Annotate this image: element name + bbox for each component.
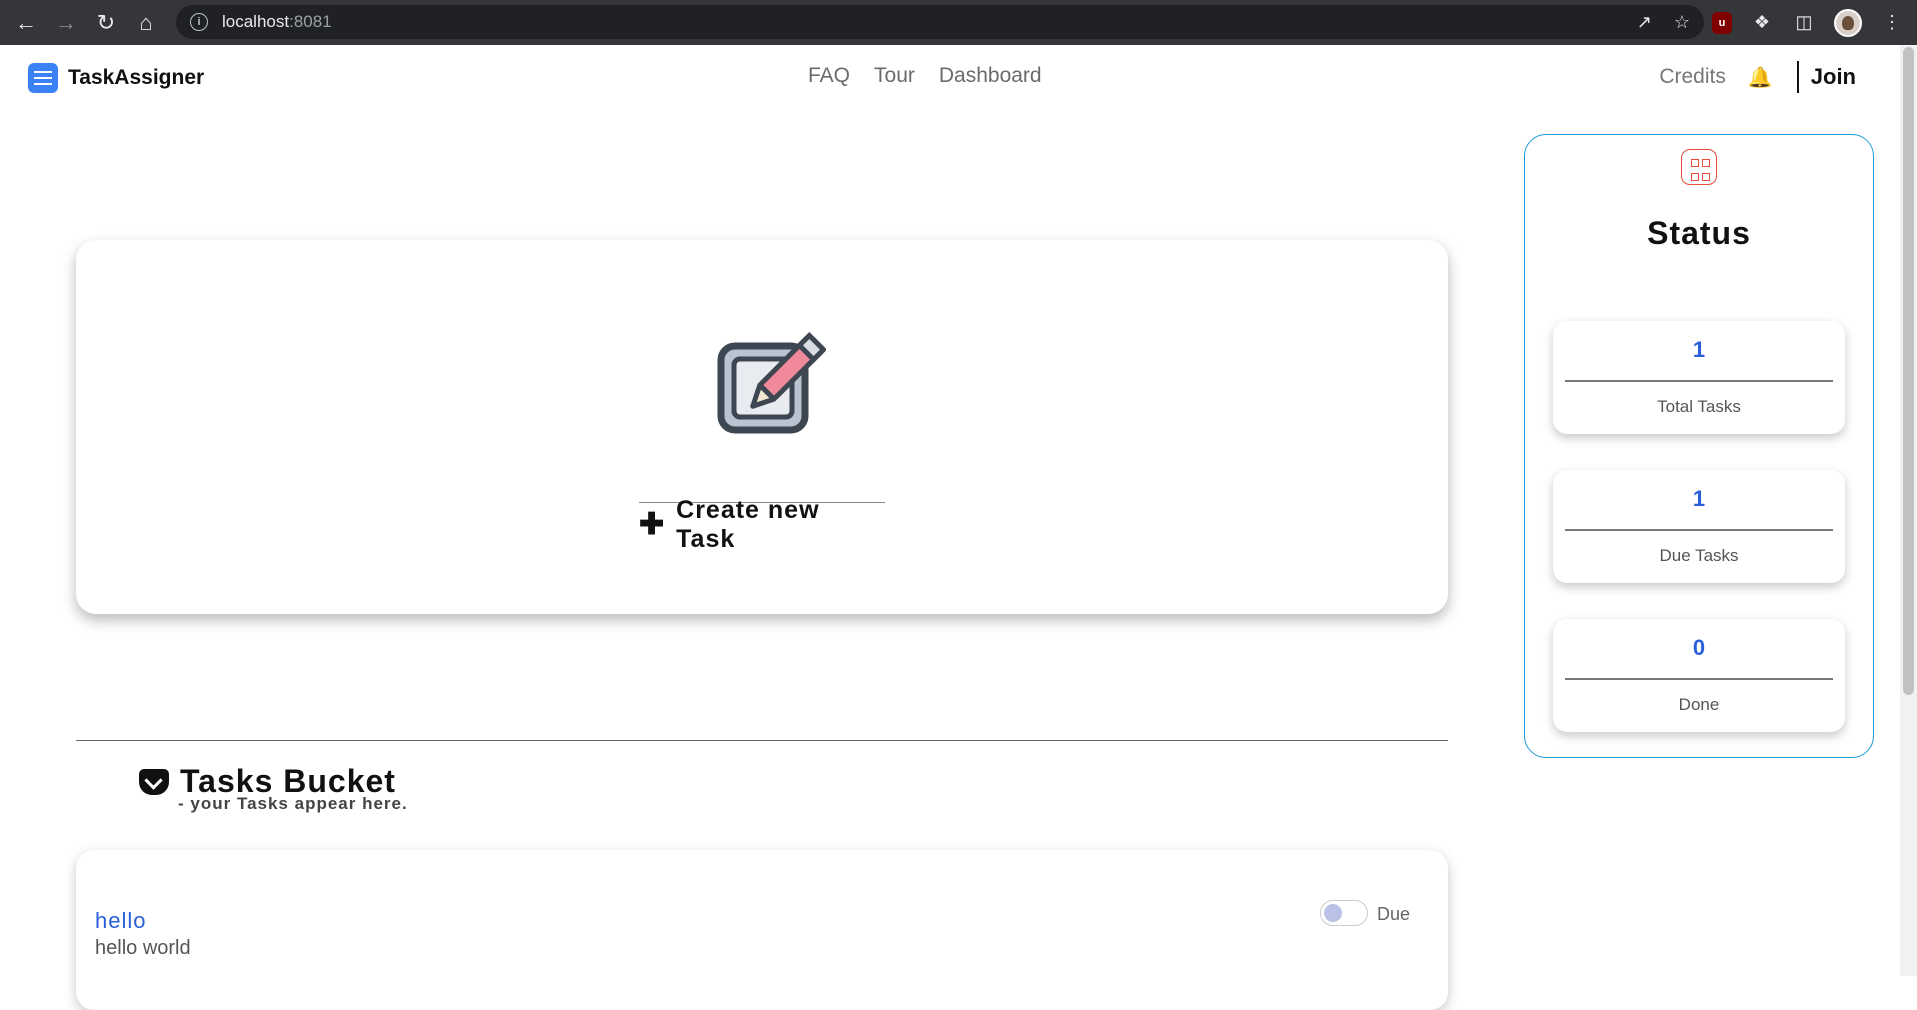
menu-icon[interactable]: ⋮ [1880,11,1904,35]
url-text: localhost:8081 [222,12,332,31]
stat-done: 0 Done [1553,619,1845,732]
user-nav: Credits 🔔 Join [1659,59,1900,95]
pocket-icon [139,769,169,795]
create-task-card[interactable]: ✚ Create new Task [76,240,1448,614]
nav-faq[interactable]: FAQ [808,64,850,88]
plus-icon: ✚ [639,508,665,541]
nav-credits[interactable]: Credits [1659,65,1726,89]
share-icon[interactable]: ↗ [1637,12,1652,33]
scrollbar-thumb[interactable] [1903,47,1914,695]
task-title[interactable]: hello [95,908,146,934]
reload-icon[interactable]: ↻ [86,3,126,43]
stat-value: 0 [1692,635,1706,660]
browser-toolbar: ← → ↻ ⌂ i localhost:8081 ↗ ☆ u ❖ ◫ ⋮ [0,0,1917,45]
bucket-subtitle: - your Tasks appear here. [178,794,408,813]
stat-total-tasks: 1 Total Tasks [1553,321,1845,434]
star-icon[interactable]: ☆ [1674,12,1690,33]
top-navbar: TaskAssigner FAQ Tour Dashboard Credits … [0,45,1900,109]
stat-label: Due Tasks [1659,546,1739,565]
due-toggle-label: Due [1377,904,1411,924]
due-toggle[interactable] [1320,900,1368,926]
page: TaskAssigner FAQ Tour Dashboard Credits … [0,45,1900,1010]
side-panel-icon[interactable]: ◫ [1792,11,1816,35]
stat-label: Total Tasks [1657,397,1741,416]
site-info-icon[interactable]: i [190,13,208,31]
brand-logo-icon [28,63,58,93]
join-button[interactable]: Join [1811,64,1856,90]
back-icon[interactable]: ← [6,3,46,43]
task-card[interactable]: hello hello world Due [76,850,1448,1010]
ublock-icon[interactable]: u [1712,11,1732,34]
profile-avatar[interactable] [1834,8,1862,37]
nav-dashboard[interactable]: Dashboard [939,64,1042,88]
bell-icon[interactable]: 🔔 [1748,65,1773,90]
address-bar[interactable]: i localhost:8081 ↗ ☆ [176,5,1704,39]
nav-tour[interactable]: Tour [874,64,915,88]
create-task-button[interactable]: ✚ Create new Task [639,496,885,553]
status-panel: Status 1 Total Tasks 1 Due Tasks 0 Done [1524,134,1874,758]
status-title: Status [1647,215,1751,251]
create-task-label: Create new Task [676,496,820,553]
stat-due-tasks: 1 Due Tasks [1553,470,1845,583]
bucket-divider [76,740,1448,741]
home-icon[interactable]: ⌂ [126,3,166,43]
extensions-icon[interactable]: ❖ [1750,11,1774,35]
brand[interactable]: TaskAssigner [28,63,204,93]
nav-divider [1796,61,1799,93]
main-nav: FAQ Tour Dashboard [808,64,1042,88]
edit-note-icon [717,331,826,434]
page-scrollbar[interactable] [1900,45,1917,976]
forward-icon[interactable]: → [46,3,86,43]
qr-code-icon [1681,149,1717,185]
stat-value: 1 [1692,337,1706,362]
task-description: hello world [95,937,191,959]
stat-label: Done [1678,695,1720,714]
stat-value: 1 [1692,486,1706,511]
brand-name: TaskAssigner [68,66,205,89]
